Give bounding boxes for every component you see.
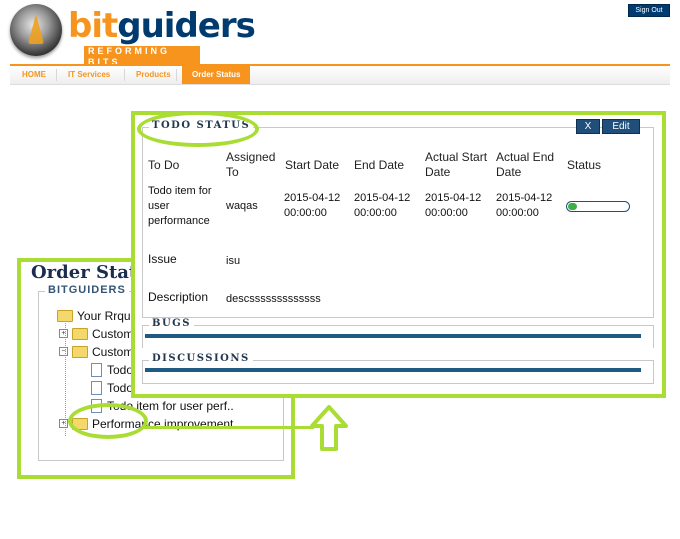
tree-node[interactable]: − Custom: [59, 344, 133, 360]
todo-status-highlight: [137, 111, 259, 147]
header-actual-start-date: Actual Start Date: [425, 150, 488, 179]
header-end-date: End Date: [354, 158, 405, 172]
cell-todo: Todo item for user performance: [148, 185, 212, 227]
cell-actual-start-date: 2015-04-12 00:00:00: [425, 192, 482, 219]
folder-icon: [72, 345, 88, 358]
bitguiders-legend: BITGUIDERS: [45, 284, 129, 296]
tree-leaf[interactable]: Todo: [91, 362, 133, 378]
header-assigned-to: Assigned To: [226, 150, 276, 179]
header-start-date: Start Date: [285, 158, 340, 172]
bugs-bar: [145, 334, 641, 338]
nav-home[interactable]: HOME: [22, 66, 46, 84]
nav-it-services[interactable]: IT Services: [68, 66, 110, 84]
tree-root[interactable]: Your Rrque: [57, 308, 137, 324]
nav-divider: [56, 69, 57, 81]
header-actual-end-date: Actual End Date: [496, 150, 555, 179]
expand-icon[interactable]: +: [59, 329, 68, 339]
nav-products[interactable]: Products: [136, 66, 171, 84]
description-label: Description: [148, 290, 209, 304]
nav-divider: [124, 69, 125, 81]
folder-open-icon: [57, 309, 73, 322]
header-todo: To Do: [148, 158, 180, 172]
discussions-fieldset: DISCUSSIONS: [142, 353, 654, 384]
close-button[interactable]: X: [576, 119, 600, 134]
discussions-bar: [145, 368, 641, 372]
document-icon: [91, 380, 102, 395]
collapse-icon[interactable]: −: [59, 347, 68, 357]
main-nav: HOME IT Services Products Order Status: [10, 64, 670, 85]
tree-node[interactable]: + Custom: [59, 326, 133, 342]
cell-actual-end-date: 2015-04-12 00:00:00: [496, 192, 553, 219]
todo-status-panel: TODO STATUS X Edit To Do Assigned To Sta…: [131, 111, 666, 398]
selected-item-highlight: [68, 403, 148, 439]
arrow-up-icon: [310, 405, 348, 451]
discussions-legend: DISCUSSIONS: [149, 353, 253, 364]
sign-out-button[interactable]: Sign Out: [628, 4, 670, 17]
nav-order-status[interactable]: Order Status: [182, 66, 251, 84]
status-progress-bar: [566, 201, 630, 212]
cell-start-date: 2015-04-12 00:00:00: [284, 192, 341, 219]
logo-disc-icon: [10, 4, 62, 56]
cell-assigned-to: waqas: [226, 200, 258, 212]
status-progress-fill: [568, 203, 577, 210]
bugs-legend: BUGS: [149, 318, 194, 329]
bitguiders-logo[interactable]: bitguiders REFORMING BITS: [10, 4, 256, 68]
document-icon: [91, 362, 102, 377]
edit-button[interactable]: Edit: [602, 119, 640, 134]
cell-end-date: 2015-04-12 00:00:00: [354, 192, 411, 219]
header-status: Status: [567, 158, 602, 172]
folder-icon: [72, 327, 88, 340]
nav-divider: [176, 69, 177, 81]
issue-label: Issue: [148, 252, 177, 266]
expand-icon[interactable]: +: [59, 419, 68, 429]
description-value: descsssssssssssss: [226, 293, 321, 305]
highlight-connector: [144, 426, 314, 429]
issue-value: isu: [226, 255, 241, 267]
